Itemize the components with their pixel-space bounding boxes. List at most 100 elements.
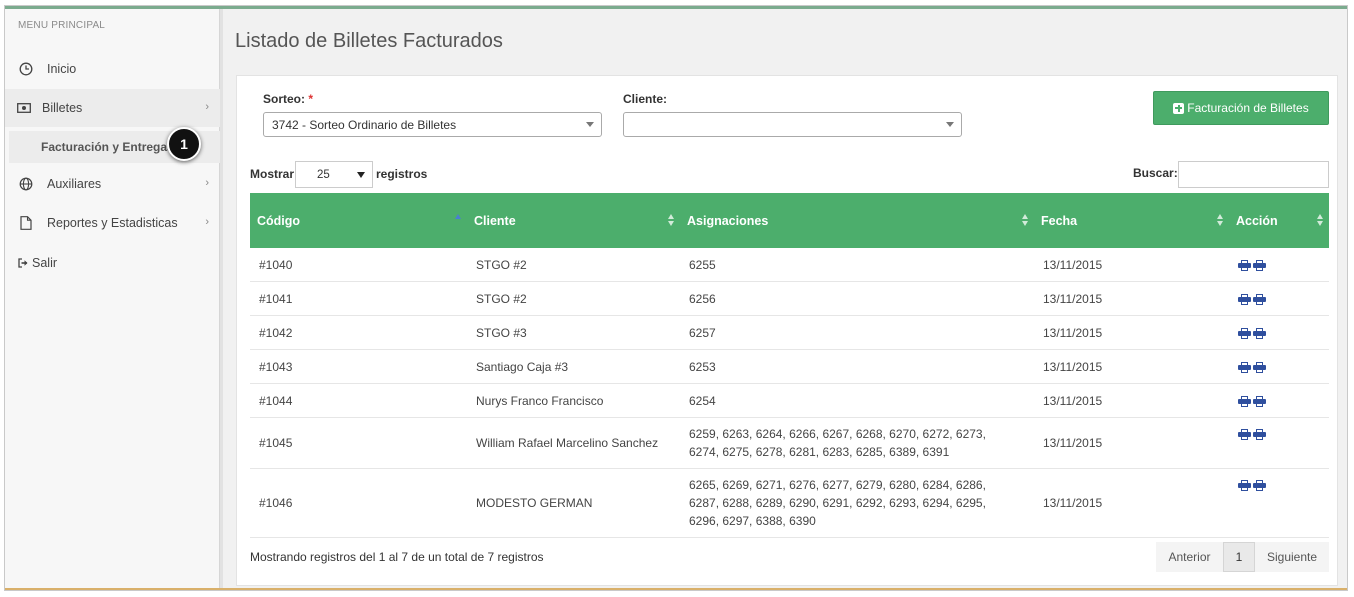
search-label: Buscar: — [1133, 166, 1178, 180]
page-length-select[interactable]: 25 — [295, 161, 373, 188]
print-icon[interactable] — [1253, 294, 1266, 305]
sort-icon — [1317, 214, 1324, 227]
page-length-value: 25 — [317, 168, 330, 181]
sorteo-label-text: Sorteo: — [263, 92, 305, 106]
sidebar-item-label: Salir — [32, 256, 58, 270]
cell-cliente: William Rafael Marcelino Sanchez — [476, 436, 659, 450]
sorteo-label: Sorteo: * — [263, 92, 313, 106]
cell-codigo: #1041 — [259, 291, 293, 306]
column-header-fecha[interactable]: Fecha — [1041, 193, 1077, 248]
print-icon[interactable] — [1238, 429, 1251, 440]
billetes-table: Código Cliente Asignaciones Fecha Acción… — [250, 193, 1329, 538]
row-actions — [1238, 480, 1266, 491]
page-title: Listado de Billetes Facturados — [235, 30, 503, 52]
cliente-label: Cliente: — [623, 92, 668, 106]
facturacion-billetes-label: Facturación de Billetes — [1187, 101, 1309, 115]
sidebar: MENU PRINCIPAL Inicio Billetes › Factura… — [5, 9, 220, 590]
cell-fecha: 13/11/2015 — [1043, 496, 1103, 510]
cell-asignaciones: 6257 — [689, 325, 716, 340]
column-header-codigo[interactable]: Código — [257, 193, 300, 248]
row-actions — [1238, 429, 1266, 440]
table-info: Mostrando registros del 1 al 7 de un tot… — [250, 550, 544, 564]
table-header: Código Cliente Asignaciones Fecha Acción — [250, 193, 1329, 248]
print-icon[interactable] — [1238, 294, 1251, 305]
cell-asignaciones: 6259, 6263, 6264, 6266, 6267, 6268, 6270… — [689, 427, 986, 459]
bottom-accent-bar — [5, 588, 1347, 590]
chevron-down-icon — [586, 122, 594, 127]
file-icon — [18, 215, 34, 231]
page-1-button[interactable]: 1 — [1223, 542, 1255, 572]
row-actions — [1238, 396, 1266, 407]
cell-cliente: STGO #2 — [476, 257, 527, 272]
chevron-right-icon: › — [205, 101, 209, 113]
facturacion-billetes-button[interactable]: Facturación de Billetes — [1153, 91, 1329, 125]
print-icon[interactable] — [1238, 480, 1251, 491]
print-icon[interactable] — [1253, 396, 1266, 407]
table-row: #1045 William Rafael Marcelino Sanchez 6… — [250, 418, 1329, 469]
cell-fecha: 13/11/2015 — [1043, 325, 1103, 340]
sidebar-item-inicio[interactable]: Inicio — [5, 50, 220, 88]
row-actions — [1238, 328, 1266, 339]
content-panel: Sorteo: * 3742 - Sorteo Ordinario de Bil… — [236, 75, 1338, 586]
print-icon[interactable] — [1253, 328, 1266, 339]
print-icon[interactable] — [1253, 260, 1266, 271]
sidebar-item-label: Auxiliares — [47, 177, 102, 191]
sort-icon — [668, 214, 675, 227]
money-icon — [16, 100, 32, 116]
search-input[interactable] — [1178, 161, 1329, 188]
prev-page-button[interactable]: Anterior — [1156, 542, 1223, 572]
globe-icon — [18, 176, 34, 192]
cell-fecha: 13/11/2015 — [1043, 291, 1103, 306]
cell-codigo: #1044 — [259, 393, 293, 408]
sorteo-select-value: 3742 - Sorteo Ordinario de Billetes — [272, 117, 457, 132]
cell-cliente: STGO #3 — [476, 325, 527, 340]
cell-codigo: #1046 — [259, 496, 293, 510]
print-icon[interactable] — [1238, 328, 1251, 339]
cell-fecha: 13/11/2015 — [1043, 393, 1103, 408]
cell-asignaciones: 6256 — [689, 291, 716, 306]
sidebar-item-label: Inicio — [47, 62, 77, 76]
chevron-down-icon — [946, 122, 954, 127]
table-row: #1040 STGO #2 6255 13/11/2015 — [250, 248, 1329, 282]
cell-codigo: #1040 — [259, 257, 293, 272]
chevron-right-icon: › — [205, 177, 209, 189]
column-header-asignaciones[interactable]: Asignaciones — [687, 193, 768, 248]
print-icon[interactable] — [1238, 362, 1251, 373]
sidebar-item-billetes[interactable]: Billetes › — [5, 89, 220, 127]
required-marker: * — [308, 92, 314, 106]
cell-asignaciones: 6255 — [689, 257, 716, 272]
table-row: #1043 Santiago Caja #3 6253 13/11/2015 — [250, 350, 1329, 384]
table-row: #1041 STGO #2 6256 13/11/2015 — [250, 282, 1329, 316]
sort-icon — [1022, 214, 1029, 227]
sidebar-item-reportes[interactable]: Reportes y Estadisticas › — [5, 204, 220, 242]
cell-cliente: Santiago Caja #3 — [476, 359, 569, 374]
menu-title: MENU PRINCIPAL — [18, 20, 106, 31]
chevron-down-icon — [357, 172, 365, 178]
print-icon[interactable] — [1238, 260, 1251, 271]
sidebar-item-auxiliares[interactable]: Auxiliares › — [5, 165, 220, 203]
step-badge: 1 — [167, 127, 201, 161]
sidebar-divider — [220, 9, 223, 590]
sidebar-item-salir[interactable]: Salir — [5, 244, 220, 282]
app-window: MENU PRINCIPAL Inicio Billetes › Factura… — [4, 5, 1348, 591]
table-row: #1046 MODESTO GERMAN 6265, 6269, 6271, 6… — [250, 469, 1329, 538]
next-page-button[interactable]: Siguiente — [1255, 542, 1329, 572]
sidebar-item-label: Billetes — [42, 101, 83, 115]
cell-cliente: Nurys Franco Francisco — [476, 393, 604, 408]
cell-asignaciones: 6265, 6269, 6271, 6276, 6277, 6279, 6280… — [689, 478, 986, 528]
print-icon[interactable] — [1238, 396, 1251, 407]
column-header-cliente[interactable]: Cliente — [474, 193, 516, 248]
cell-fecha: 13/11/2015 — [1043, 257, 1103, 272]
plus-square-icon — [1173, 102, 1185, 114]
print-icon[interactable] — [1253, 480, 1266, 491]
cell-fecha: 13/11/2015 — [1043, 359, 1103, 374]
print-icon[interactable] — [1253, 362, 1266, 373]
row-actions — [1238, 294, 1266, 305]
sidebar-item-label: Reportes y Estadisticas — [47, 216, 178, 230]
cell-asignaciones: 6253 — [689, 359, 716, 374]
cliente-select[interactable] — [623, 112, 962, 137]
sorteo-select[interactable]: 3742 - Sorteo Ordinario de Billetes — [263, 112, 602, 137]
print-icon[interactable] — [1253, 429, 1266, 440]
table-row: #1042 STGO #3 6257 13/11/2015 — [250, 316, 1329, 350]
column-header-accion[interactable]: Acción — [1236, 193, 1278, 248]
